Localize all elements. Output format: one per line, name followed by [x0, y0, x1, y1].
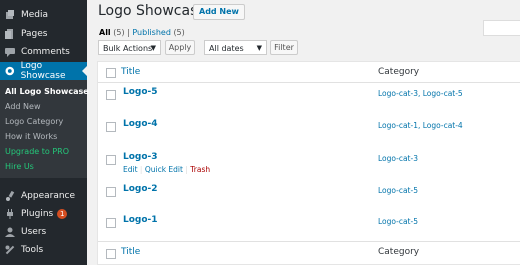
dates-select[interactable]: All dates ▼ [204, 40, 267, 55]
submenu-how-it-works[interactable]: How it Works [5, 132, 57, 141]
quick-edit-link[interactable]: Quick Edit [145, 165, 183, 174]
submenu-add-new[interactable]: Add New [5, 102, 40, 111]
menu-item-users[interactable]: Users [0, 223, 87, 241]
menu-item-comments[interactable]: Comments [0, 43, 87, 61]
menu-label: Media [21, 10, 49, 20]
row-checkbox[interactable] [106, 187, 116, 197]
action-separator: | [185, 165, 188, 174]
edit-link[interactable]: Edit [123, 165, 138, 174]
filter-button[interactable]: Filter [270, 40, 298, 55]
search-input[interactable] [483, 20, 520, 36]
view-published[interactable]: Published [132, 28, 171, 37]
row-actions: Edit | Quick Edit | Trash [123, 165, 210, 174]
media-icon [6, 10, 14, 19]
column-title-header[interactable]: Title [121, 67, 140, 77]
menu-label: Comments [21, 47, 70, 57]
row-category-links[interactable]: Logo-cat-5 [378, 186, 418, 195]
submenu-hire-us[interactable]: Hire Us [5, 162, 34, 171]
plugin-update-badge: 1 [57, 209, 68, 219]
menu-item-logo-showcase[interactable]: Logo Showcase [0, 61, 87, 81]
menu-label: Users [21, 227, 47, 237]
view-separator: | [127, 28, 130, 37]
menu-label: Pages [21, 29, 48, 39]
view-all-count: (5) [113, 28, 125, 37]
row-checkbox[interactable] [106, 122, 116, 132]
page-icon [5, 29, 13, 39]
menu-label: Tools [21, 245, 44, 255]
logo-list-table: Title Category Logo-5 Logo-cat-3, Logo-c… [97, 61, 520, 265]
submenu-logo-category[interactable]: Logo Category [5, 117, 63, 126]
row-checkbox[interactable] [106, 155, 116, 165]
submenu-upgrade-to-pro[interactable]: Upgrade to PRO [5, 147, 69, 156]
logo-icon [5, 66, 15, 76]
trash-link[interactable]: Trash [190, 165, 210, 174]
menu-label: Plugins [21, 209, 54, 219]
apply-button[interactable]: Apply [165, 40, 195, 55]
add-new-button[interactable]: Add New [193, 4, 245, 20]
logo-showcase-submenu: All Logo Showcase Add New Logo Category … [0, 80, 89, 178]
user-icon [5, 227, 15, 237]
main-content: Logo Showcase Add New All (5) | Publishe… [87, 0, 520, 265]
footer-divider [98, 241, 520, 242]
header-divider [98, 82, 520, 83]
row-title-link[interactable]: Logo-3 [123, 152, 158, 162]
wrench-icon [5, 245, 15, 255]
bulk-actions-value: Bulk Actions [103, 44, 153, 53]
row-title-link[interactable]: Logo-5 [123, 87, 158, 97]
post-status-views: All (5) | Published (5) [99, 28, 185, 37]
column-category-header: Category [378, 67, 420, 77]
page-title: Logo Showcase [98, 3, 206, 19]
row-title-link[interactable]: Logo-4 [123, 119, 158, 129]
menu-item-media[interactable]: Media [0, 6, 87, 24]
row-checkbox[interactable] [106, 218, 116, 228]
row-checkbox[interactable] [106, 90, 116, 100]
brush-icon [6, 191, 15, 201]
menu-item-appearance[interactable]: Appearance [0, 187, 87, 205]
menu-label: Logo Showcase [20, 61, 66, 81]
submenu-all-logo-showcase[interactable]: All Logo Showcase [5, 87, 89, 96]
chevron-down-icon: ▼ [256, 44, 262, 52]
chevron-down-icon: ▼ [150, 44, 156, 52]
column-category-footer: Category [378, 247, 420, 257]
column-title-footer[interactable]: Title [121, 247, 140, 257]
menu-item-pages[interactable]: Pages [0, 25, 87, 43]
comment-icon [5, 48, 15, 57]
select-all-checkbox-footer[interactable] [106, 249, 116, 259]
plug-icon [7, 209, 13, 219]
view-published-count: (5) [173, 28, 185, 37]
select-all-checkbox[interactable] [106, 68, 116, 78]
row-title-link[interactable]: Logo-2 [123, 184, 158, 194]
admin-sidebar: Media Pages Comments Logo Showcase All L… [0, 0, 89, 265]
row-category-links[interactable]: Logo-cat-3 [378, 154, 418, 163]
row-category-links[interactable]: Logo-cat-1, Logo-cat-4 [378, 121, 463, 130]
menu-label: Appearance [21, 191, 76, 201]
dates-value: All dates [209, 44, 244, 53]
row-title-link[interactable]: Logo-1 [123, 215, 158, 225]
row-category-links[interactable]: Logo-cat-3, Logo-cat-5 [378, 89, 463, 98]
menu-item-tools[interactable]: Tools [0, 241, 87, 259]
action-separator: | [139, 165, 143, 174]
menu-item-plugins[interactable]: Plugins 1 [0, 205, 87, 223]
view-all[interactable]: All [99, 28, 111, 37]
bulk-actions-select[interactable]: Bulk Actions ▼ [98, 40, 161, 55]
row-category-links[interactable]: Logo-cat-5 [378, 217, 418, 226]
